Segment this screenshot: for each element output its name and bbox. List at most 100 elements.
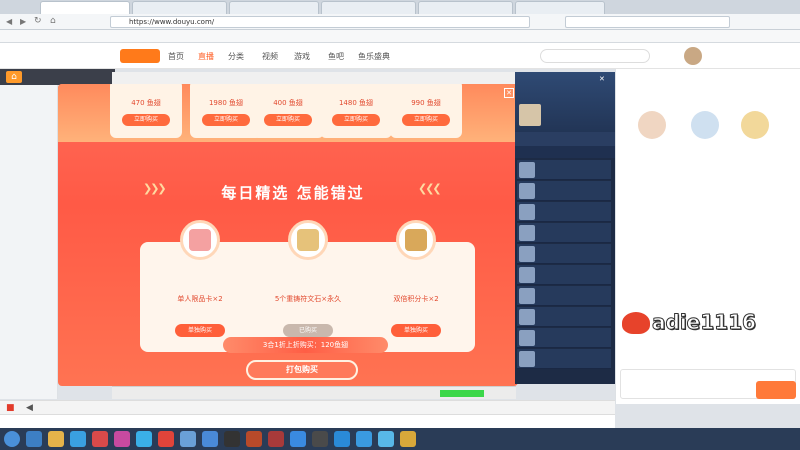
browser-tab[interactable] — [418, 1, 513, 14]
top-offer-card: 400 鱼翅 立即购买 — [252, 84, 324, 138]
site-nav: 首页 直播 分类 视频 游戏 鱼吧 鱼乐盛典 — [0, 43, 800, 69]
home-icon[interactable]: ⌂ — [50, 16, 56, 26]
app-icon[interactable] — [334, 431, 350, 447]
avatar — [519, 330, 535, 346]
app-icon[interactable] — [312, 431, 328, 447]
app-icon[interactable] — [136, 431, 152, 447]
daily-deal-modal: 470 鱼翅 立即购买 1980 鱼翅 立即购买 400 鱼翅 立即购买 148… — [58, 84, 518, 386]
double-points-card-icon — [396, 220, 436, 260]
buy-now-button[interactable]: 立即购买 — [332, 114, 380, 126]
product-cards-panel: 单人限品卡×2 单独购买 5个重铸符文石×永久 已购买 双倍积分卡×2 单独购买 — [140, 220, 475, 352]
sidebar-header: ✕ — [515, 72, 615, 132]
list-item[interactable] — [517, 265, 611, 285]
app-icon[interactable] — [114, 431, 130, 447]
app-icon[interactable] — [378, 431, 394, 447]
sidebar-subheader — [515, 146, 615, 158]
back-icon[interactable]: ◀ — [6, 17, 12, 26]
card-item-icon — [180, 220, 220, 260]
player-controls-bar: ■ ◀ — [0, 400, 615, 414]
product-card: 双倍积分卡×2 单独购买 — [366, 220, 466, 352]
app-icon[interactable] — [158, 431, 174, 447]
browser-tab[interactable] — [229, 1, 319, 14]
buy-now-button[interactable]: 立即购买 — [202, 114, 250, 126]
avatar[interactable] — [519, 104, 541, 126]
browser-tab-strip — [0, 0, 800, 14]
folder-icon[interactable] — [48, 431, 64, 447]
notice-bar — [0, 414, 615, 428]
app-icon[interactable] — [400, 431, 416, 447]
nav-item-game[interactable]: 游戏 — [294, 51, 310, 62]
address-bar-row: ◀ ▶ ↻ ⌂ https://www.douyu.com/ — [0, 14, 800, 30]
browser-tab[interactable] — [132, 1, 227, 14]
nav-item-festival[interactable]: 鱼乐盛典 — [358, 51, 390, 62]
list-item[interactable] — [517, 349, 611, 369]
refresh-icon[interactable]: ↻ — [34, 16, 42, 26]
avatar — [519, 288, 535, 304]
app-icon[interactable] — [290, 431, 306, 447]
list-item[interactable] — [517, 202, 611, 222]
product-card: 单人限品卡×2 单独购买 — [150, 220, 250, 352]
forward-icon[interactable]: ▶ — [20, 17, 26, 26]
product-card: 5个重铸符文石×永久 已购买 — [258, 220, 358, 352]
title-chevron-right-icon: ❮❮❮ — [418, 182, 442, 195]
product-name: 5个重铸符文石×永久 — [274, 295, 342, 303]
room-left-panel — [0, 69, 58, 399]
app-icon[interactable] — [268, 431, 284, 447]
list-item[interactable] — [517, 244, 611, 264]
site-logo[interactable] — [120, 49, 160, 63]
top-offers-strip: 470 鱼翅 立即购买 1980 鱼翅 立即购买 400 鱼翅 立即购买 148… — [58, 84, 518, 142]
app-icon[interactable] — [92, 431, 108, 447]
app-icon[interactable] — [202, 431, 218, 447]
buy-now-button[interactable]: 立即购买 — [122, 114, 170, 126]
crab-icon — [622, 312, 650, 334]
nav-item-home[interactable]: 首页 — [168, 51, 184, 62]
site-search-input[interactable] — [540, 49, 650, 63]
avatar[interactable] — [638, 111, 666, 139]
list-item[interactable] — [517, 286, 611, 306]
buy-single-button[interactable]: 单独购买 — [175, 324, 225, 337]
browser-tab[interactable] — [40, 1, 130, 14]
avatar[interactable] — [741, 111, 769, 139]
streamer-watermark: adie1116 — [652, 310, 757, 335]
avatar — [519, 309, 535, 325]
browser-search-input[interactable] — [565, 16, 730, 28]
nav-item-category[interactable]: 分类 — [228, 51, 244, 62]
top-offer-card: 470 鱼翅 立即购买 — [110, 84, 182, 138]
buy-now-button[interactable]: 立即购买 — [264, 114, 312, 126]
nav-item-fishbar[interactable]: 鱼吧 — [328, 51, 344, 62]
volume-icon[interactable]: ◀ — [26, 403, 33, 413]
close-icon[interactable]: ✕ — [599, 75, 605, 83]
browser-icon[interactable] — [70, 431, 86, 447]
game-friends-sidebar: ✕ — [515, 72, 615, 384]
list-item[interactable] — [517, 223, 611, 243]
home-icon[interactable]: ⌂ — [6, 71, 22, 83]
bundle-buy-button[interactable]: 打包购买 — [246, 360, 358, 380]
start-icon[interactable] — [4, 431, 20, 447]
browser-tab[interactable] — [321, 1, 416, 14]
list-item[interactable] — [517, 307, 611, 327]
avatar[interactable] — [691, 111, 719, 139]
browser-tab[interactable] — [515, 1, 605, 14]
close-icon[interactable]: ✕ — [504, 88, 514, 98]
ie-icon[interactable] — [26, 431, 42, 447]
avatar[interactable] — [684, 47, 702, 65]
list-item[interactable] — [517, 181, 611, 201]
nav-item-video[interactable]: 视频 — [262, 51, 278, 62]
send-button[interactable] — [756, 381, 796, 399]
top-offer-price: 400 鱼翅 — [273, 99, 303, 107]
product-name: 双倍积分卡×2 — [393, 295, 439, 303]
buy-now-button[interactable]: 立即购买 — [402, 114, 450, 126]
title-chevron-left-icon: ❯❯❯ — [143, 182, 167, 195]
url-input[interactable]: https://www.douyu.com/ — [110, 16, 530, 28]
app-icon[interactable] — [246, 431, 262, 447]
list-item[interactable] — [517, 328, 611, 348]
gift-icon[interactable]: ■ — [6, 403, 15, 413]
nav-item-live[interactable]: 直播 — [198, 51, 214, 62]
buy-single-button[interactable]: 单独购买 — [391, 324, 441, 337]
chat-panel — [615, 69, 800, 404]
app-icon[interactable] — [224, 431, 240, 447]
top-offer-card: 990 鱼翅 立即购买 — [390, 84, 462, 138]
app-icon[interactable] — [180, 431, 196, 447]
list-item[interactable] — [517, 160, 611, 180]
app-icon[interactable] — [356, 431, 372, 447]
